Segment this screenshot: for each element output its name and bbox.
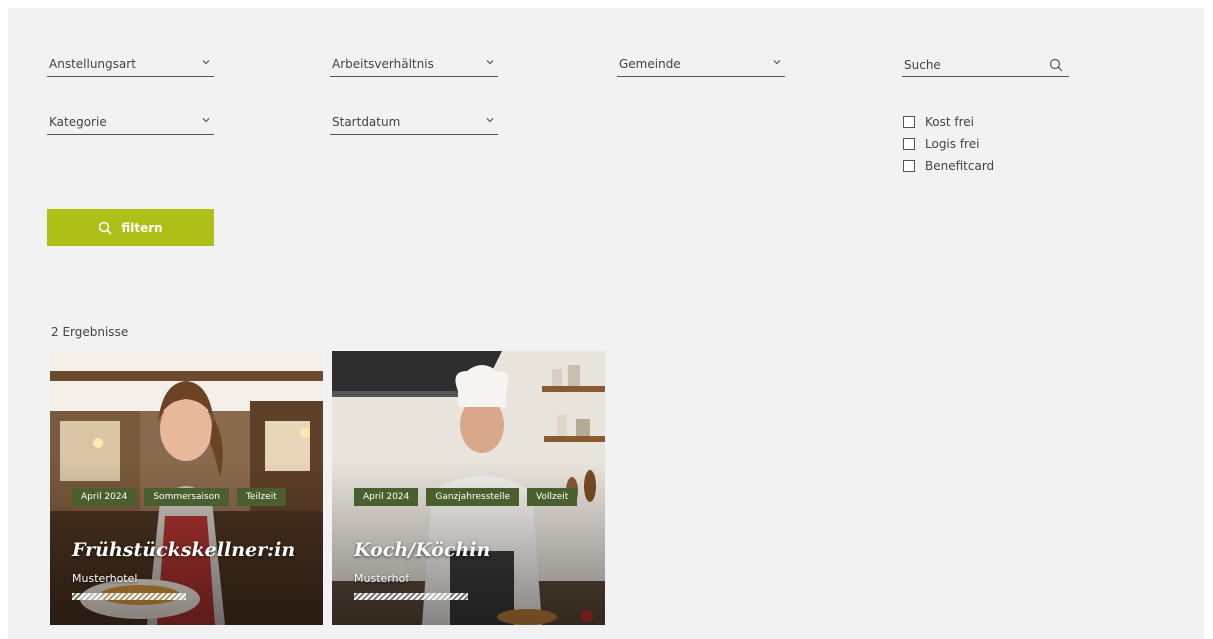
startdatum-label: Startdatum: [332, 115, 401, 129]
chevron-down-icon: [484, 114, 496, 126]
checkbox-kost-frei[interactable]: Kost frei: [903, 111, 994, 133]
chevron-down-icon: [771, 56, 783, 68]
checkbox-box[interactable]: [903, 160, 915, 172]
checkbox-box[interactable]: [903, 116, 915, 128]
checkbox-label: Kost frei: [925, 115, 974, 129]
chevron-down-icon: [200, 56, 212, 68]
anstellungsart-label: Anstellungsart: [49, 57, 136, 71]
chevron-down-icon: [484, 56, 496, 68]
search-icon: [98, 221, 112, 235]
job-title[interactable]: Koch/Köchin: [354, 539, 490, 561]
checkbox-logis-frei[interactable]: Logis frei: [903, 133, 994, 155]
search-icon[interactable]: [1049, 58, 1063, 72]
anstellungsart-select[interactable]: Anstellungsart: [47, 55, 214, 77]
startdatum-select[interactable]: Startdatum: [330, 113, 498, 135]
kategorie-label: Kategorie: [49, 115, 107, 129]
gemeinde-select[interactable]: Gemeinde: [617, 55, 785, 77]
filter-button-label: filtern: [121, 220, 163, 235]
arbeitsverhaeltnis-select[interactable]: Arbeitsverhältnis: [330, 55, 498, 77]
filter-button[interactable]: filtern: [47, 209, 214, 246]
company-name: Musterhotel: [72, 572, 138, 585]
tag-list: April 2024 Ganzjahresstelle Vollzeit: [354, 488, 594, 506]
gemeinde-label: Gemeinde: [619, 57, 681, 71]
job-card[interactable]: April 2024 Ganzjahresstelle Vollzeit Koc…: [332, 351, 605, 625]
checkbox-box[interactable]: [903, 138, 915, 150]
chevron-down-icon: [200, 114, 212, 126]
search-input[interactable]: [902, 55, 1042, 75]
benefit-checkboxes: Kost frei Logis frei Benefitcard: [903, 111, 994, 177]
tag-employment-type: Teilzeit: [236, 488, 286, 506]
checkbox-label: Logis frei: [925, 137, 980, 151]
checkbox-benefitcard[interactable]: Benefitcard: [903, 155, 994, 177]
tag-start-date: April 2024: [354, 488, 419, 506]
tag-season: Sommersaison: [144, 488, 229, 506]
tag-start-date: April 2024: [72, 488, 137, 506]
job-card[interactable]: April 2024 Sommersaison Teilzeit Frühstü…: [50, 351, 323, 625]
checkbox-label: Benefitcard: [925, 159, 995, 173]
kategorie-select[interactable]: Kategorie: [47, 113, 214, 135]
tag-season: Ganzjahresstelle: [426, 488, 520, 506]
decorative-stripe: [72, 593, 186, 600]
arbeitsverhaeltnis-label: Arbeitsverhältnis: [332, 57, 434, 71]
company-name: Musterhof: [354, 572, 410, 585]
decorative-stripe: [354, 593, 468, 600]
search-field: [902, 55, 1069, 77]
tag-list: April 2024 Sommersaison Teilzeit: [72, 488, 312, 506]
results-count: 2 Ergebnisse: [51, 325, 129, 339]
tag-employment-type: Vollzeit: [527, 488, 578, 506]
job-title[interactable]: Frühstückskellner:in: [72, 539, 295, 561]
